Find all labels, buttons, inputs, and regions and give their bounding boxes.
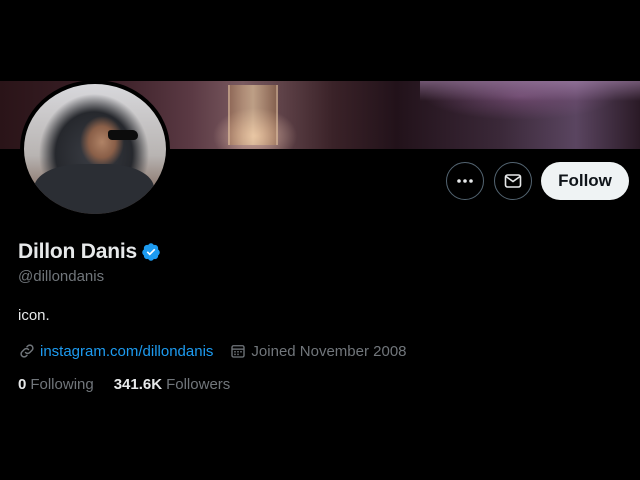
profile-meta-row: instagram.com/dillondanis Joined Novembe… <box>18 342 423 360</box>
name-row: Dillon Danis <box>18 240 161 264</box>
follow-button-label: Follow <box>558 171 612 190</box>
banner-window-detail <box>420 81 640 101</box>
followers-label: Followers <box>166 376 231 393</box>
avatar-hoodie-detail <box>34 164 154 214</box>
following-count: 0 <box>18 376 27 393</box>
profile-page: Follow Dillon Danis @dillondanis icon. i… <box>0 0 640 480</box>
link-icon <box>20 344 34 358</box>
avatar[interactable] <box>20 80 170 218</box>
followers-count: 341.6K <box>113 376 163 393</box>
verified-badge-icon[interactable] <box>141 242 161 262</box>
avatar-sunglasses-detail <box>108 130 138 140</box>
follow-button[interactable]: Follow <box>541 162 629 200</box>
following-label: Following <box>30 376 94 393</box>
display-name: Dillon Danis <box>18 240 137 263</box>
calendar-icon <box>231 345 246 358</box>
following-link[interactable]: 0 Following <box>18 376 94 393</box>
joined-date-item: Joined November 2008 <box>229 342 407 360</box>
more-button[interactable] <box>446 162 484 200</box>
website-link[interactable]: instagram.com/dillondanis <box>40 343 213 360</box>
more-icon <box>457 179 473 183</box>
envelope-icon <box>504 174 522 188</box>
bio: icon. <box>18 307 50 324</box>
banner-glass-detail <box>228 85 278 145</box>
followers-link[interactable]: 341.6K Followers <box>114 376 231 393</box>
joined-date: Joined November 2008 <box>251 342 407 360</box>
handle: @dillondanis <box>18 268 105 285</box>
message-button[interactable] <box>494 162 532 200</box>
follow-stats-row: 0 Following 341.6K Followers <box>18 376 250 393</box>
website-item[interactable]: instagram.com/dillondanis <box>18 342 213 360</box>
